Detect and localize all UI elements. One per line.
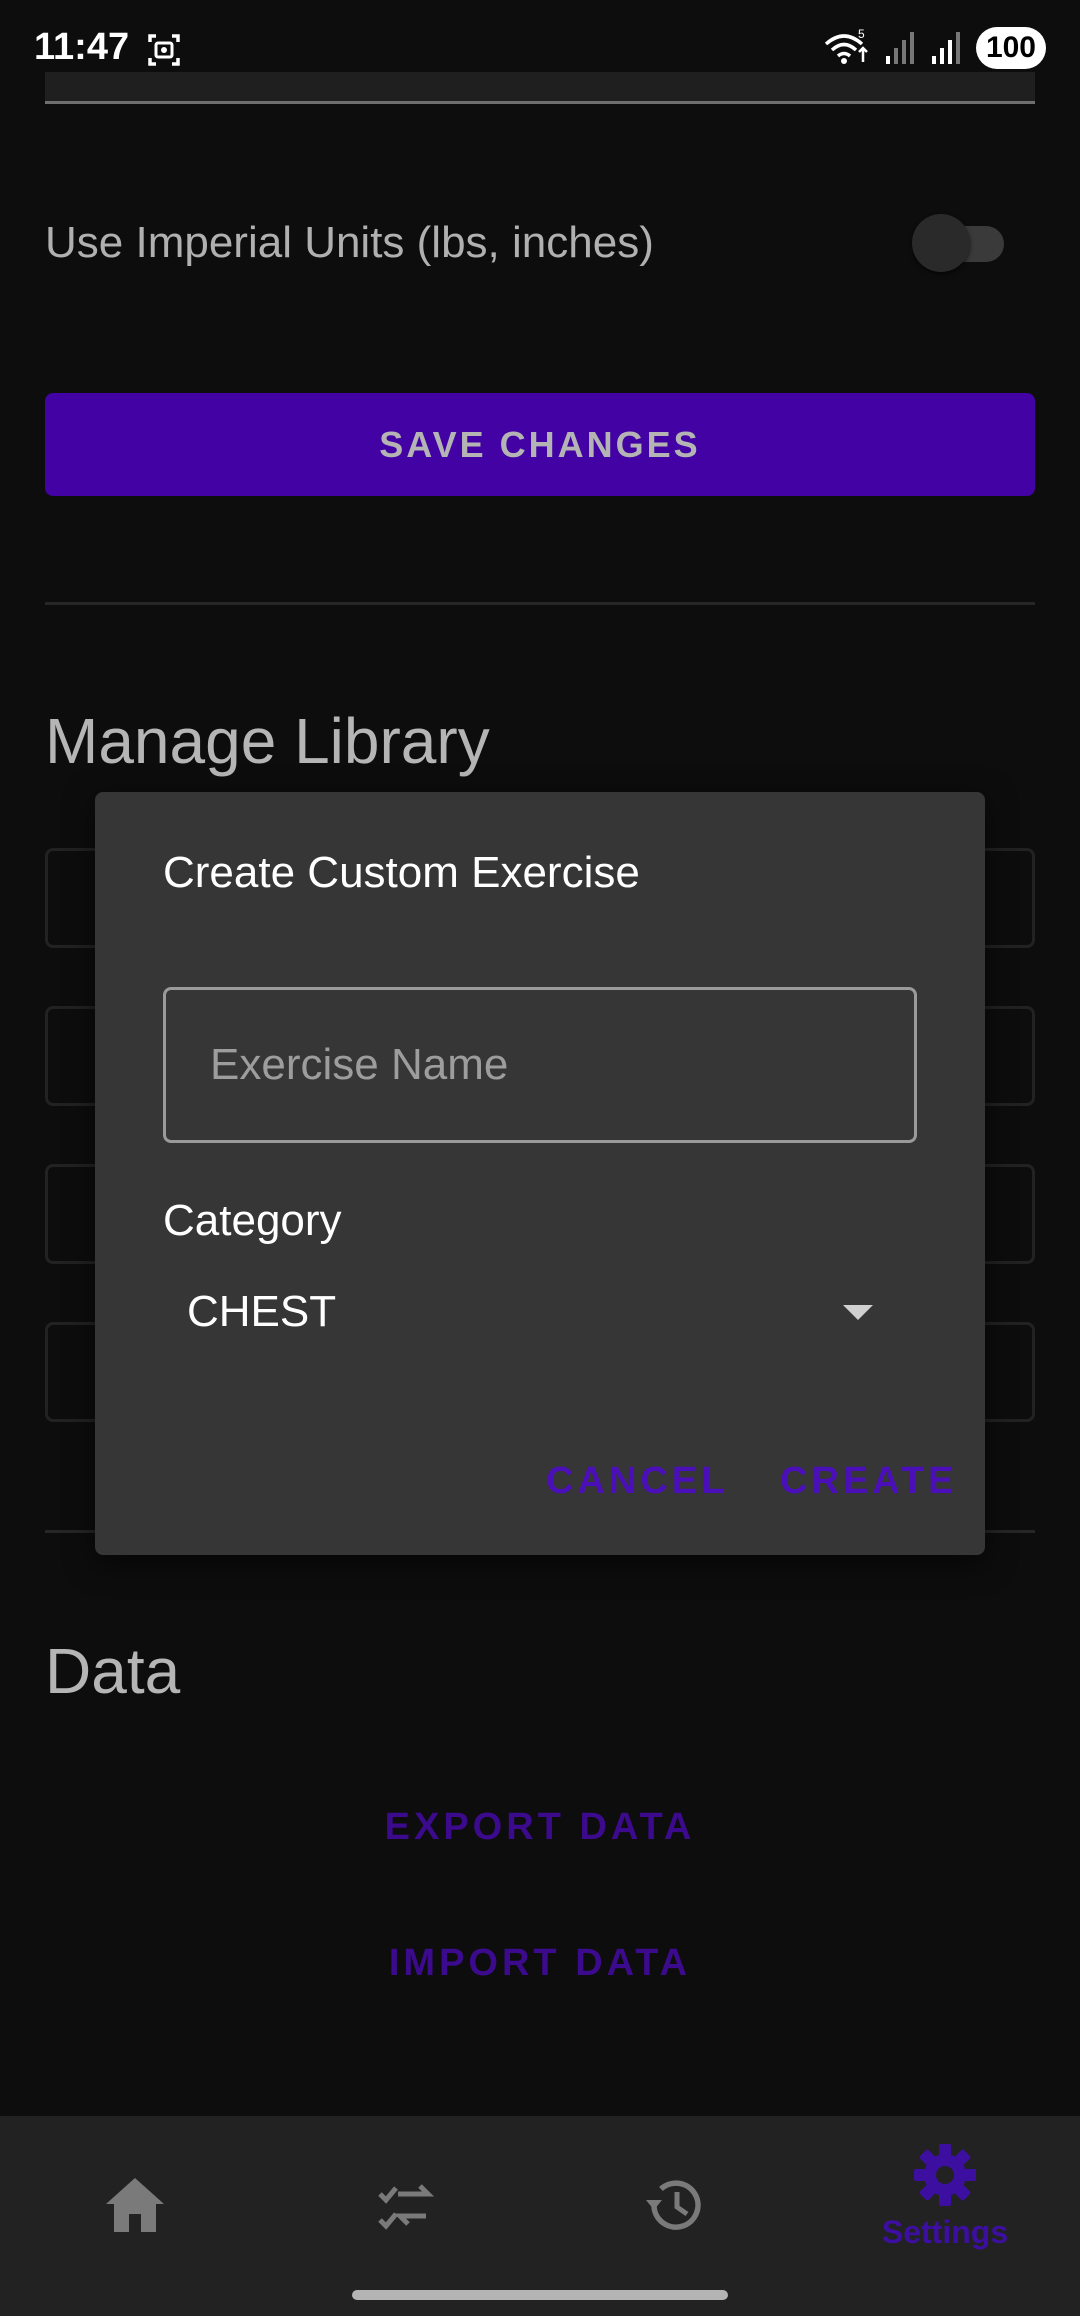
wifi-icon: 5 — [824, 28, 868, 64]
home-icon — [106, 2178, 164, 2232]
status-time: 11:47 — [34, 26, 130, 68]
nav-home[interactable] — [0, 2116, 270, 2316]
signal-icon — [885, 32, 914, 64]
manage-library-title: Manage Library — [45, 705, 490, 777]
imperial-units-label: Use Imperial Units (lbs, inches) — [45, 218, 654, 267]
settings-gear-icon — [914, 2144, 976, 2206]
nav-workout[interactable] — [270, 2116, 540, 2316]
dropdown-arrow-icon — [843, 1304, 873, 1320]
bottom-navigation: Settings — [0, 2116, 1080, 2316]
save-changes-button[interactable]: SAVE CHANGES — [45, 393, 1035, 496]
status-icons: 5 100 — [822, 24, 1046, 72]
nav-history[interactable] — [540, 2116, 810, 2316]
exercise-name-input[interactable] — [163, 987, 917, 1143]
category-dropdown[interactable]: CHEST — [163, 1262, 917, 1362]
dialog-title: Create Custom Exercise — [163, 848, 640, 897]
category-label: Category — [163, 1196, 342, 1245]
create-button[interactable]: CREATE — [780, 1460, 957, 1503]
data-section-title: Data — [45, 1635, 181, 1707]
create-exercise-dialog: Create Custom Exercise Category CHEST CA… — [95, 792, 985, 1555]
import-data-button[interactable]: IMPORT DATA — [0, 1942, 1080, 1985]
category-value: CHEST — [187, 1287, 337, 1336]
imperial-units-toggle-thumb[interactable] — [912, 214, 970, 272]
text-field-bottom-edge[interactable] — [45, 72, 1035, 104]
export-data-button[interactable]: EXPORT DATA — [0, 1806, 1080, 1849]
screenshot-icon — [148, 34, 180, 66]
nav-settings[interactable]: Settings — [810, 2116, 1080, 2316]
battery-icon: 100 — [975, 27, 1046, 69]
nav-settings-label: Settings — [881, 2214, 1009, 2250]
divider — [45, 602, 1035, 605]
svg-text:5: 5 — [858, 28, 865, 41]
history-icon — [646, 2180, 701, 2230]
cancel-button[interactable]: CANCEL — [546, 1460, 728, 1503]
signal-icon — [931, 32, 960, 64]
swap-icon — [378, 2184, 435, 2230]
home-indicator[interactable] — [352, 2290, 728, 2300]
